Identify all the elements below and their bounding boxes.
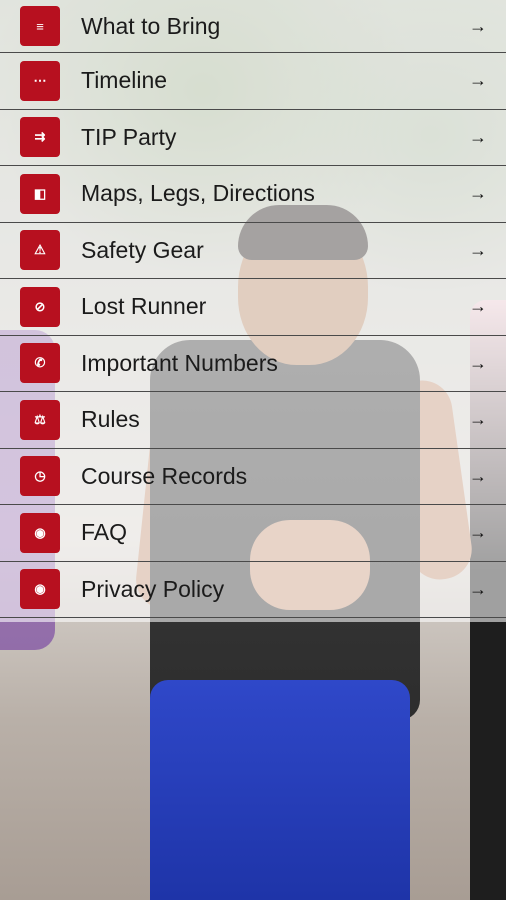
arrow-right-icon: → [469,183,487,204]
menu-item-label: Course Records [81,462,248,489]
menu-item-label: Important Numbers [81,349,278,376]
menu-item-lost-runner[interactable]: ⊘ Lost Runner → [0,279,506,336]
menu-item-faq[interactable]: ◉ FAQ → [0,505,506,562]
arrow-right-icon: → [469,352,487,373]
arrow-right-icon: → [469,296,487,317]
menu-item-tip-party[interactable]: ⇉ TIP Party → [0,110,506,166]
menu-item-label: Safety Gear [81,236,204,263]
menu-item-label: Maps, Legs, Directions [81,180,315,207]
gavel-icon: ⚖ [20,399,60,440]
menu-item-rules[interactable]: ⚖ Rules → [0,392,506,449]
arrow-right-icon: → [469,70,487,91]
location-off-icon: ⊘ [20,286,60,327]
menu-item-label: What to Bring [81,12,221,39]
arrow-right-icon: → [469,126,487,147]
arrow-right-icon: → [469,239,487,260]
globe-icon: ◉ [20,569,60,610]
phone-icon: ✆ [20,343,60,384]
menu-item-safety-gear[interactable]: ⚠ Safety Gear → [0,223,506,279]
menu-item-label: Lost Runner [81,293,207,320]
history-icon: ◷ [20,456,60,497]
menu-item-important-numbers[interactable]: ✆ Important Numbers → [0,336,506,392]
menu-item-maps[interactable]: ◧ Maps, Legs, Directions → [0,166,506,223]
map-icon: ◧ [20,173,60,214]
main-menu: ≡ What to Bring → ⋯ Timeline → ⇉ TIP Par… [0,0,506,622]
menu-item-label: Timeline [81,67,168,94]
arrow-right-icon: → [469,578,487,599]
menu-item-privacy-policy[interactable]: ◉ Privacy Policy → [0,562,506,618]
arrow-right-icon: → [469,465,487,486]
menu-item-label: Rules [81,406,140,433]
warning-icon: ⚠ [20,230,60,271]
party-icon: ⇉ [20,117,60,158]
list-icon: ≡ [20,6,60,46]
arrow-right-icon: → [469,409,487,430]
menu-item-timeline[interactable]: ⋯ Timeline → [0,53,506,110]
menu-item-label: Privacy Policy [81,575,225,602]
dots-icon: ⋯ [20,60,60,101]
menu-item-course-records[interactable]: ◷ Course Records → [0,449,506,505]
arrow-right-icon: → [469,15,487,36]
menu-item-label: FAQ [81,519,128,546]
menu-item-label: TIP Party [81,123,177,150]
globe-icon: ◉ [20,512,60,553]
runner-shorts [150,680,410,900]
menu-item-what-to-bring[interactable]: ≡ What to Bring → [0,0,506,53]
arrow-right-icon: → [469,522,487,543]
